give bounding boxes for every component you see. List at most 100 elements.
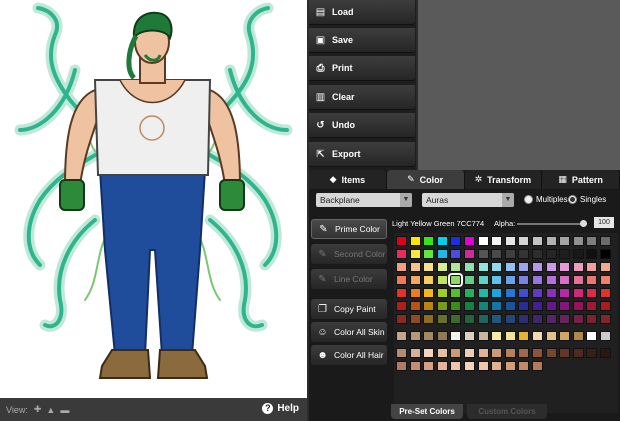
color-swatch[interactable] (518, 249, 530, 259)
color-swatch[interactable] (423, 361, 435, 371)
color-swatch[interactable] (409, 275, 421, 285)
color-swatch[interactable] (504, 262, 516, 272)
color-swatch[interactable] (477, 314, 489, 324)
color-swatch[interactable] (409, 288, 421, 298)
color-swatch[interactable] (518, 236, 530, 246)
color-swatch[interactable] (532, 236, 543, 246)
color-swatch[interactable] (518, 262, 530, 272)
color-swatch[interactable] (464, 331, 475, 341)
color-swatch[interactable] (504, 348, 516, 358)
color-swatch[interactable] (423, 275, 435, 285)
copy-paint-button[interactable]: ❐ Copy Paint (311, 299, 387, 319)
color-swatch[interactable] (586, 288, 598, 298)
color-swatch[interactable] (572, 275, 584, 285)
color-swatch[interactable] (572, 236, 584, 246)
item-select[interactable]: Auras ▼ (422, 193, 514, 207)
view-person-icon[interactable]: ▲ (46, 405, 55, 415)
color-swatch[interactable] (572, 301, 584, 311)
color-swatch[interactable] (545, 301, 557, 311)
color-swatch[interactable] (396, 314, 407, 324)
color-swatch[interactable] (436, 288, 448, 298)
color-swatch[interactable] (532, 314, 543, 324)
color-swatch[interactable] (423, 236, 435, 246)
color-swatch[interactable] (423, 288, 435, 298)
color-swatch[interactable] (464, 314, 475, 324)
save-button[interactable]: ▣ Save (309, 28, 415, 53)
color-swatch[interactable] (396, 249, 407, 259)
color-swatch[interactable] (464, 275, 475, 285)
color-swatch[interactable] (600, 331, 611, 341)
color-swatch[interactable] (532, 262, 543, 272)
color-swatch[interactable] (450, 361, 462, 371)
color-swatch[interactable] (409, 301, 421, 311)
color-swatch[interactable] (477, 262, 489, 272)
print-button[interactable]: ⎙ Print (309, 56, 415, 81)
view-strip-icon[interactable]: ▬ (60, 405, 69, 415)
color-swatch[interactable] (545, 262, 557, 272)
color-swatch[interactable] (450, 348, 462, 358)
color-swatch[interactable] (600, 288, 611, 298)
color-swatch[interactable] (559, 275, 571, 285)
color-swatch[interactable] (464, 348, 475, 358)
view-full-icon[interactable]: ✚ (34, 404, 42, 415)
color-swatch[interactable] (423, 262, 435, 272)
color-swatch[interactable] (450, 301, 462, 311)
color-swatch[interactable] (572, 288, 584, 298)
color-swatch[interactable] (396, 288, 407, 298)
color-swatch[interactable] (545, 288, 557, 298)
color-swatch[interactable] (396, 361, 407, 371)
color-swatch[interactable] (396, 348, 407, 358)
color-swatch[interactable] (409, 348, 421, 358)
color-swatch[interactable] (572, 314, 584, 324)
singles-radio[interactable]: Singles (568, 195, 606, 204)
color-swatch[interactable] (409, 262, 421, 272)
color-swatch[interactable] (464, 249, 475, 259)
load-button[interactable]: ▤ Load (309, 0, 415, 25)
color-swatch[interactable] (477, 361, 489, 371)
color-swatch[interactable] (448, 273, 464, 287)
character-canvas[interactable] (0, 0, 307, 398)
color-swatch[interactable] (586, 262, 598, 272)
color-swatch[interactable] (409, 236, 421, 246)
color-swatch[interactable] (586, 275, 598, 285)
color-swatch[interactable] (545, 249, 557, 259)
layer-select[interactable]: Backplane ▼ (316, 193, 412, 207)
color-all-hair-button[interactable]: ☻ Color All Hair (311, 345, 387, 365)
color-swatch[interactable] (477, 331, 489, 341)
color-swatch[interactable] (559, 331, 571, 341)
color-swatch[interactable] (436, 249, 448, 259)
color-swatch[interactable] (559, 262, 571, 272)
color-swatch[interactable] (396, 236, 407, 246)
color-swatch[interactable] (559, 288, 571, 298)
color-swatch[interactable] (396, 301, 407, 311)
color-swatch[interactable] (491, 236, 503, 246)
color-swatch[interactable] (491, 262, 503, 272)
color-swatch[interactable] (532, 275, 543, 285)
color-swatch[interactable] (450, 249, 462, 259)
color-swatch[interactable] (545, 275, 557, 285)
color-swatch[interactable] (545, 314, 557, 324)
color-swatch[interactable] (586, 236, 598, 246)
color-swatch[interactable] (423, 331, 435, 341)
color-swatch[interactable] (436, 331, 448, 341)
color-swatch[interactable] (572, 348, 584, 358)
color-swatch[interactable] (396, 331, 407, 341)
line-color-button[interactable]: ✎ Line Color (311, 269, 387, 289)
color-swatch[interactable] (600, 314, 611, 324)
color-swatch[interactable] (518, 348, 530, 358)
color-swatch[interactable] (504, 249, 516, 259)
tab-transform[interactable]: ✲ Transform (464, 170, 543, 189)
color-swatch[interactable] (423, 301, 435, 311)
color-swatch[interactable] (559, 348, 571, 358)
color-swatch[interactable] (586, 331, 598, 341)
color-swatch[interactable] (504, 275, 516, 285)
color-swatch[interactable] (396, 275, 407, 285)
color-swatch[interactable] (559, 301, 571, 311)
clear-button[interactable]: ▥ Clear (309, 85, 415, 110)
color-swatch[interactable] (545, 331, 557, 341)
color-swatch[interactable] (450, 262, 462, 272)
color-swatch[interactable] (491, 301, 503, 311)
color-swatch[interactable] (477, 348, 489, 358)
color-swatch[interactable] (600, 249, 611, 259)
color-swatch[interactable] (518, 275, 530, 285)
